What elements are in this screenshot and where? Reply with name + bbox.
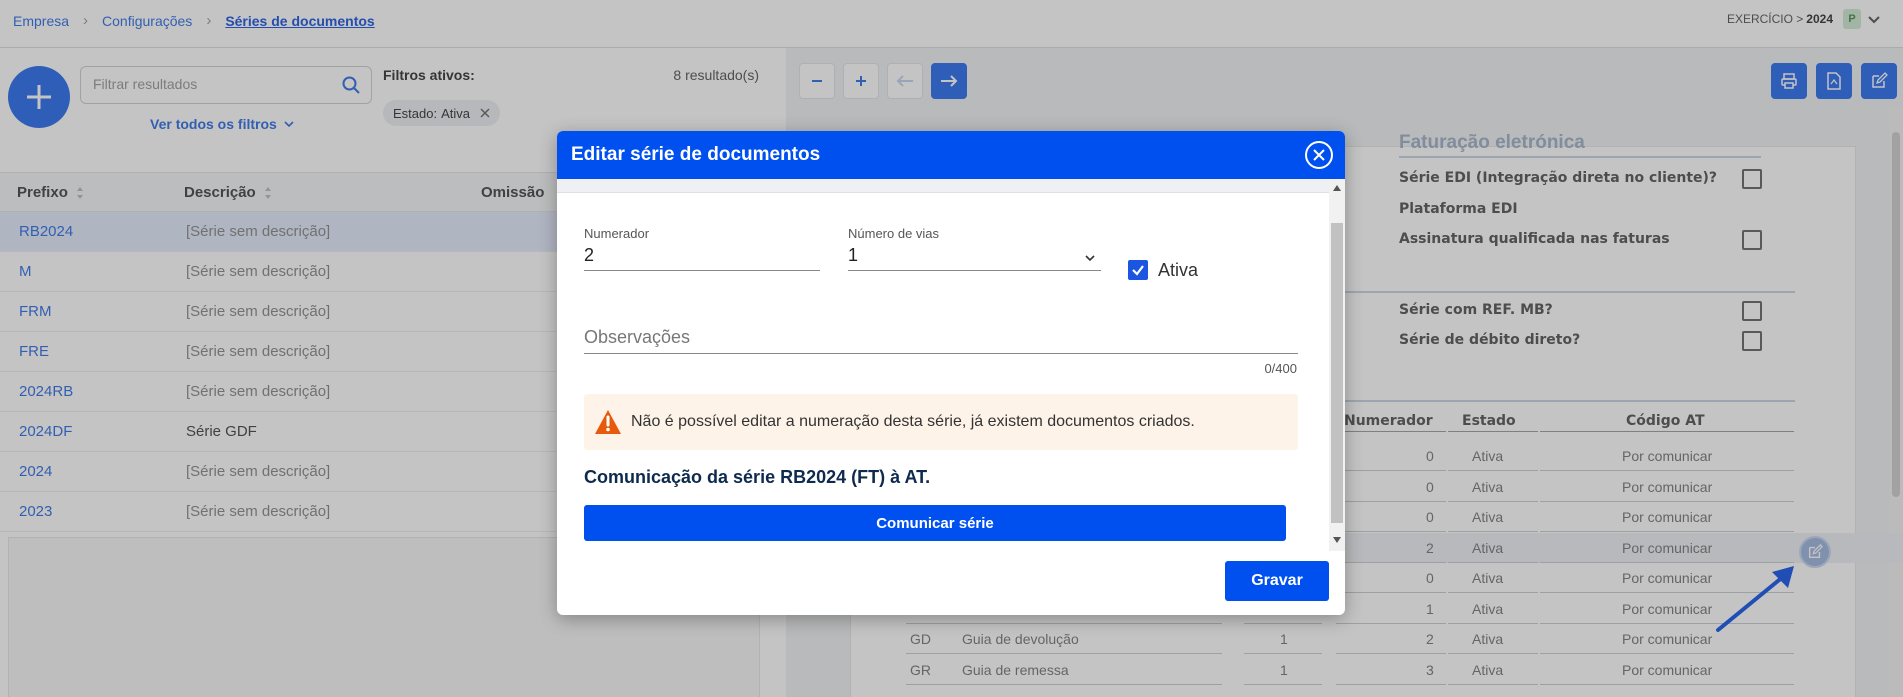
numero-vias-label: Número de vias xyxy=(848,226,940,241)
close-icon xyxy=(1313,149,1325,161)
warning-message: Não é possível editar a numeração desta … xyxy=(584,394,1298,450)
warning-text: Não é possível editar a numeração desta … xyxy=(631,413,1195,430)
dialog-header: Editar série de documentos xyxy=(557,131,1345,179)
numero-vias-select[interactable]: 1 xyxy=(848,245,1101,271)
scroll-up-icon[interactable] xyxy=(1333,185,1341,191)
ativa-label[interactable]: Ativa xyxy=(1158,260,1198,281)
observacoes-field[interactable]: Observações xyxy=(584,327,690,348)
dialog-scrolled-section xyxy=(557,179,1329,193)
observacoes-counter: 0/400 xyxy=(1264,361,1297,376)
chevron-down-icon[interactable] xyxy=(1084,252,1096,264)
scrollbar-thumb[interactable] xyxy=(1331,223,1343,523)
gravar-button[interactable]: Gravar xyxy=(1225,561,1329,601)
ativa-checkbox[interactable] xyxy=(1128,260,1148,280)
dialog-body: Numerador 2 Número de vias 1 Ativa Obser… xyxy=(557,179,1345,551)
numerador-label: Numerador xyxy=(584,226,650,241)
numerador-input[interactable]: 2 xyxy=(584,245,820,271)
edit-series-dialog: Editar série de documentos Numerador 2 N… xyxy=(557,131,1345,615)
comunicar-serie-button[interactable]: Comunicar série xyxy=(584,505,1286,541)
close-dialog-button[interactable] xyxy=(1305,141,1333,169)
dialog-scrollbar[interactable] xyxy=(1329,179,1345,551)
dialog-title: Editar série de documentos xyxy=(571,144,821,165)
warning-icon xyxy=(595,410,621,434)
check-icon xyxy=(1132,265,1144,276)
comunicacao-heading: Comunicação da série RB2024 (FT) à AT. xyxy=(584,467,931,487)
scroll-down-icon[interactable] xyxy=(1333,537,1341,543)
observacoes-underline xyxy=(584,353,1298,354)
